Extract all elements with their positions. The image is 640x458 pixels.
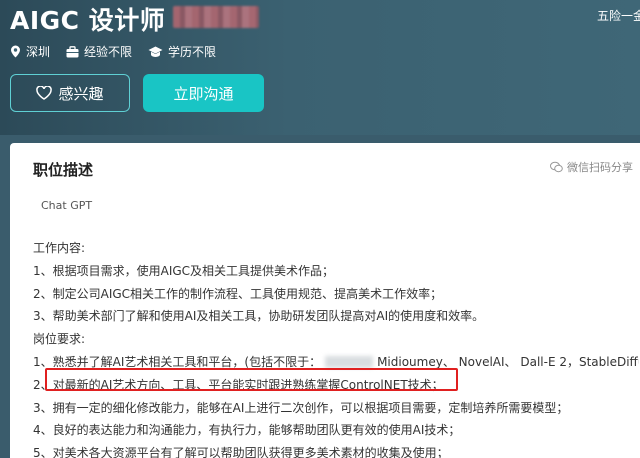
- job-meta: 深圳 经验不限 学历不限: [10, 43, 216, 60]
- meta-location-label: 深圳: [26, 45, 51, 59]
- description-line: 工作内容:: [33, 241, 86, 255]
- meta-location: 深圳: [10, 43, 50, 60]
- description-body: 工作内容: 1、根据项目需求，使用AIGC及相关工具提供美术作品； 2、制定公司…: [33, 237, 639, 458]
- salary-blurred: [173, 6, 259, 28]
- location-pin-icon: [11, 45, 20, 58]
- description-line: 岗位要求:: [33, 332, 86, 347]
- interest-button-label: 感兴趣: [58, 84, 104, 103]
- meta-education-label: 学历不限: [168, 45, 217, 59]
- wechat-icon: [550, 161, 563, 173]
- graduation-cap-icon: [148, 46, 163, 57]
- description-line: 4、良好的表达能力和沟通能力，有执行力，能够帮助团队更有效的使用AI技术；: [33, 423, 461, 438]
- wechat-share[interactable]: 微信扫码分享: [550, 159, 633, 175]
- section-title: 职位描述: [33, 161, 94, 179]
- briefcase-icon: [66, 45, 79, 57]
- share-label: 微信扫码分享: [567, 161, 633, 174]
- tools-prefix: 1、熟悉并了解AI艺术相关工具和平台，(包括不限于：: [33, 354, 322, 369]
- blurred-tool-name: [325, 356, 374, 369]
- meta-experience-label: 经验不限: [84, 45, 133, 59]
- meta-education: 学历不限: [148, 43, 216, 60]
- chat-now-button[interactable]: 立即沟通: [143, 74, 264, 112]
- skill-tag: Chat GPT: [41, 199, 93, 212]
- job-description-card: 职位描述 微信扫码分享 Chat GPT 工作内容: 1、根据项目需求，使用AI…: [10, 143, 640, 458]
- job-title: AIGC 设计师: [10, 6, 166, 35]
- benefit-text: 五险一金: [597, 9, 640, 23]
- description-line: 1、根据项目需求，使用AIGC及相关工具提供美术作品；: [33, 263, 335, 278]
- description-line: 3、拥有一定的细化修改能力，能够在AI上进行二次创作，可以根据项目需要，定制培养…: [33, 400, 569, 415]
- description-line: 5、对美术各大资源平台有了解可以帮助团队获得更多美术素材的收集及使用；: [33, 446, 449, 458]
- description-line: 3、帮助美术部门了解和使用AI及相关工具，协助研发团队提高对AI的使用度和效率。: [33, 309, 485, 324]
- description-line: 2、制定公司AIGC相关工作的制作流程、工具使用规范、提高美术工作效率；: [33, 286, 443, 301]
- meta-experience: 经验不限: [66, 43, 132, 60]
- heart-icon: [36, 86, 53, 100]
- interest-button[interactable]: 感兴趣: [10, 74, 130, 112]
- job-header: AIGC 设计师 五险一金 深圳 经验不限 学历不限 感兴趣 立即沟通: [0, 0, 640, 135]
- highlight-box: [45, 368, 458, 391]
- tools-suffix: Midioumey、 NovelAI、 Dall-E 2，StableDiffu…: [377, 354, 639, 369]
